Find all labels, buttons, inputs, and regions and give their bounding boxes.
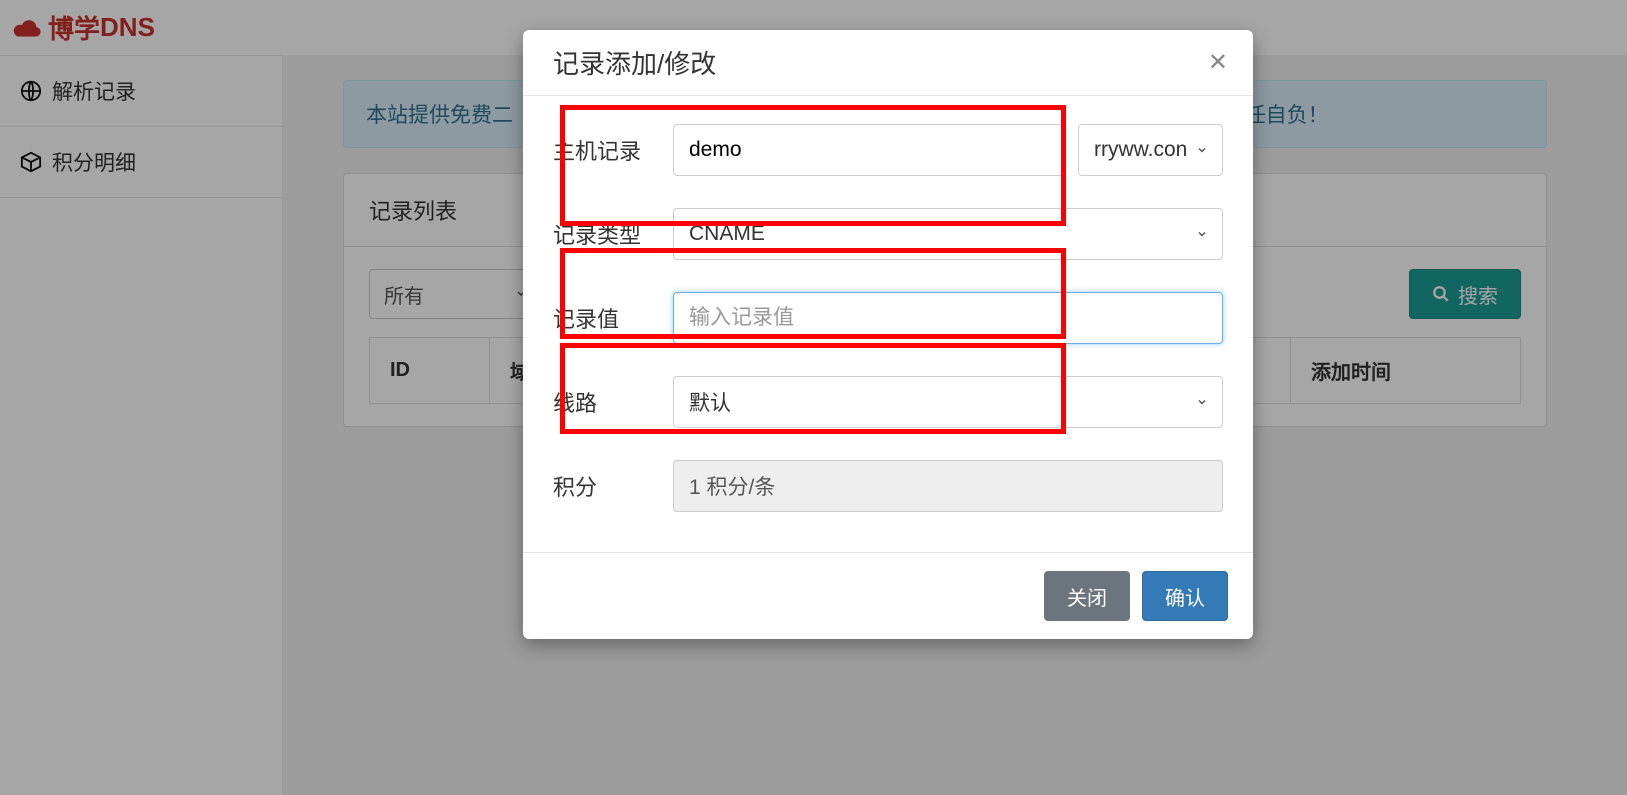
value-input-wrap[interactable]	[673, 292, 1223, 344]
modal-header: 记录添加/修改 ✕	[523, 30, 1253, 96]
points-value: 1 积分/条	[689, 471, 775, 501]
label-points: 积分	[553, 460, 673, 512]
label-value: 记录值	[553, 292, 673, 344]
host-input-wrap[interactable]	[673, 124, 1066, 176]
type-select-value: CNAME	[689, 222, 765, 246]
chevron-down-icon	[1196, 138, 1208, 162]
form-row-type: 记录类型 CNAME	[553, 208, 1223, 260]
points-readonly: 1 积分/条	[673, 460, 1223, 512]
confirm-button-label: 确认	[1165, 582, 1205, 611]
value-input[interactable]	[689, 306, 1207, 330]
form-row-line: 线路 默认	[553, 376, 1223, 428]
close-button[interactable]: 关闭	[1044, 571, 1130, 621]
line-select[interactable]: 默认	[673, 376, 1223, 428]
chevron-down-icon	[1196, 390, 1208, 414]
form-row-value: 记录值	[553, 292, 1223, 344]
close-button-label: 关闭	[1067, 582, 1107, 611]
label-line: 线路	[553, 376, 673, 428]
form-row-host: 主机记录 rryww.con	[553, 124, 1223, 176]
close-icon[interactable]: ✕	[1208, 51, 1228, 75]
type-select[interactable]: CNAME	[673, 208, 1223, 260]
record-modal: 记录添加/修改 ✕ 主机记录 rryww.con 记录类型	[523, 30, 1253, 639]
modal-footer: 关闭 确认	[523, 552, 1253, 639]
form-row-points: 积分 1 积分/条	[553, 460, 1223, 512]
confirm-button[interactable]: 确认	[1142, 571, 1228, 621]
host-input[interactable]	[689, 138, 1050, 162]
chevron-down-icon	[1196, 222, 1208, 246]
domain-select[interactable]: rryww.con	[1078, 124, 1223, 176]
label-host: 主机记录	[553, 124, 673, 176]
line-select-value: 默认	[689, 387, 731, 417]
modal-title: 记录添加/修改	[553, 44, 716, 81]
modal-body: 主机记录 rryww.con 记录类型 CNAME	[523, 96, 1253, 552]
label-type: 记录类型	[553, 208, 673, 260]
domain-select-value: rryww.con	[1094, 138, 1187, 162]
